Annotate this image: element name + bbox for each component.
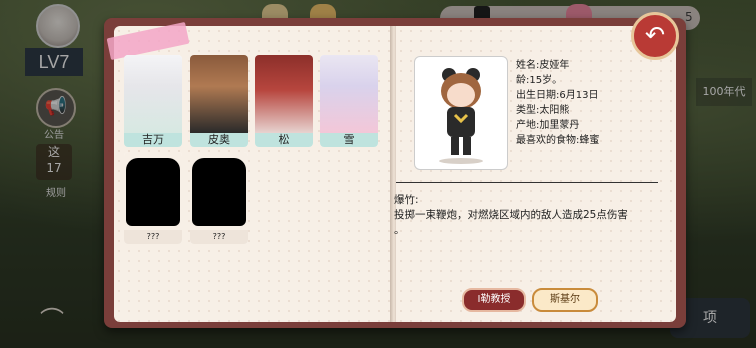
info-birthday: 出生日期:6月13日 [516, 90, 599, 101]
character-name: 皮奥 [190, 133, 248, 147]
character-card[interactable]: 雪 [320, 55, 378, 147]
character-card[interactable]: 皮奥 [190, 55, 248, 147]
character-info: 姓名:皮娅年 龄:15岁。 出生日期:6月13日 类型:太阳熊 产地:加里蒙丹 … [516, 58, 676, 148]
skill-title: 爆竹: [394, 194, 419, 206]
selected-character-portrait [414, 56, 508, 170]
section-divider [396, 182, 658, 183]
character-silhouette [126, 158, 180, 226]
character-portrait-brown-hair [190, 55, 248, 133]
bear-girl-figure [439, 68, 483, 164]
character-portrait-white-hair [124, 55, 182, 133]
locked-character-card[interactable]: ??? [190, 152, 248, 244]
skirt-button[interactable]: 斯基尔 [532, 288, 598, 312]
skill-text-tail: 。 [394, 224, 405, 236]
skill-description: 爆竹: 投掷一束鞭炮，对燃烧区域内的敌人造成25点伤害 。 [394, 193, 674, 238]
character-name: 雪 [320, 133, 378, 147]
character-portrait-silver-hair [320, 55, 378, 133]
character-card[interactable]: 松 [255, 55, 313, 147]
back-arrow-icon[interactable]: ↶ [631, 12, 679, 60]
character-name: ??? [124, 230, 182, 244]
character-card[interactable]: 吉万 [124, 55, 182, 147]
character-name: ??? [190, 230, 248, 244]
info-age: 龄:15岁。 [516, 75, 563, 86]
skill-text: 投掷一束鞭炮，对燃烧区域内的敌人造成25点伤害 [394, 209, 628, 221]
teacher-button[interactable]: I勒教授 [462, 288, 526, 312]
character-silhouette [192, 158, 246, 226]
info-origin: 产地:加里蒙丹 [516, 120, 580, 131]
info-name: 姓名:皮娅年 [516, 60, 570, 71]
character-name: 松 [255, 133, 313, 147]
info-favorite-food: 最喜欢的食物:蜂蜜 [516, 135, 600, 146]
locked-character-card[interactable]: ??? [124, 152, 182, 244]
character-name: 吉万 [124, 133, 182, 147]
info-type: 类型:太阳熊 [516, 105, 570, 116]
character-portrait-red-hair [255, 55, 313, 133]
